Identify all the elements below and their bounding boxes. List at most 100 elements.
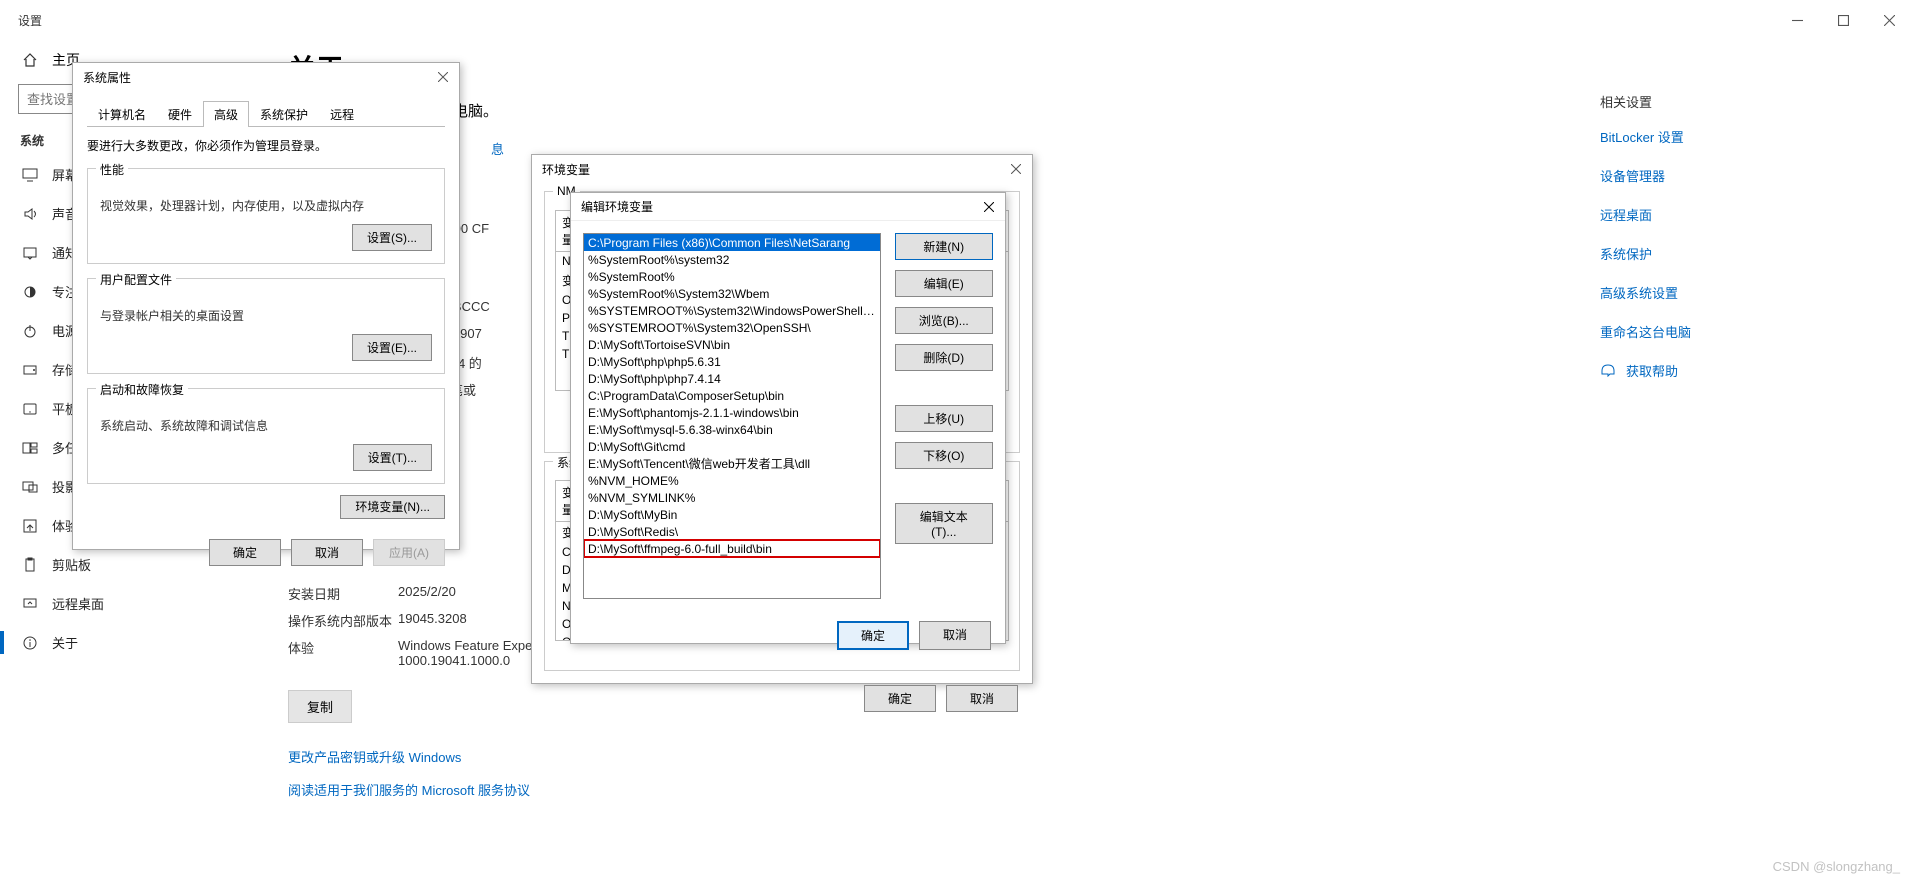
minimize-button[interactable] — [1774, 4, 1820, 36]
path-row[interactable]: %SystemRoot%\System32\Wbem — [584, 285, 880, 302]
group-desc: 系统启动、系统故障和调试信息 — [100, 415, 432, 434]
envvars-title: 环境变量 — [542, 161, 590, 178]
delete-button[interactable]: 删除(D) — [895, 344, 994, 371]
envvars-ok-button[interactable]: 确定 — [864, 685, 936, 712]
group-button[interactable]: 设置(E)... — [352, 334, 432, 361]
remote-icon — [22, 596, 38, 612]
path-row[interactable]: D:\MySoft\php\php5.6.31 — [584, 353, 880, 370]
spec-exp-sub: 1000.19041.1000.0 — [398, 653, 510, 668]
path-row[interactable]: %SYSTEMROOT%\System32\WindowsPowerShell\… — [584, 302, 880, 319]
system-properties-dialog: 系统属性 计算机名硬件高级系统保护远程 要进行大多数更改，你必须作为管理员登录。… — [72, 62, 460, 550]
related-link[interactable]: 设备管理器 — [1600, 166, 1880, 185]
path-row[interactable]: %SystemRoot%\system32 — [584, 251, 880, 268]
path-row[interactable]: %NVM_HOME% — [584, 472, 880, 489]
path-row[interactable]: %NVM_SYMLINK% — [584, 489, 880, 506]
path-row[interactable]: D:\MySoft\Git\cmd — [584, 438, 880, 455]
copy-button[interactable]: 复制 — [288, 690, 352, 723]
sidebar-item-label: 关于 — [52, 633, 78, 652]
path-row[interactable]: E:\MySoft\phantomjs-2.1.1-windows\bin — [584, 404, 880, 421]
path-list[interactable]: C:\Program Files (x86)\Common Files\NetS… — [583, 233, 881, 599]
window-controls — [1774, 4, 1912, 36]
related-link[interactable]: 重命名这台电脑 — [1600, 322, 1880, 341]
browse-button[interactable]: 浏览(B)... — [895, 307, 994, 334]
close-button[interactable] — [1866, 4, 1912, 36]
change-key-link[interactable]: 更改产品密钥或升级 Windows — [288, 747, 1308, 766]
home-icon — [22, 52, 38, 68]
sidebar-item-remote[interactable]: 远程桌面 — [0, 584, 268, 623]
path-row[interactable]: C:\Program Files (x86)\Common Files\NetS… — [584, 234, 880, 251]
spec-build-value: 19045.3208 — [398, 611, 467, 630]
sysprops-ok-button[interactable]: 确定 — [209, 539, 281, 566]
experience-icon — [22, 518, 38, 534]
group-title: 用户配置文件 — [96, 271, 176, 288]
group-desc: 视觉效果，处理器计划，内存使用，以及虚拟内存 — [100, 195, 432, 214]
sysprops-cancel-button[interactable]: 取消 — [291, 539, 363, 566]
path-row[interactable]: D:\MySoft\TortoiseSVN\bin — [584, 336, 880, 353]
project-icon — [22, 479, 38, 495]
env-vars-button[interactable]: 环境变量(N)... — [340, 495, 445, 519]
moveup-button[interactable]: 上移(U) — [895, 405, 994, 432]
sysprops-tab[interactable]: 系统保护 — [249, 101, 319, 127]
sidebar-item-about[interactable]: 关于 — [0, 623, 268, 662]
close-icon[interactable] — [979, 197, 999, 217]
sidebar-item-label: 远程桌面 — [52, 594, 104, 613]
editenv-ok-button[interactable]: 确定 — [837, 621, 909, 650]
group-title: 启动和故障恢复 — [96, 381, 188, 398]
storage-icon — [22, 362, 38, 378]
sysprops-tab[interactable]: 高级 — [203, 101, 249, 127]
sysprops-tab[interactable]: 远程 — [319, 101, 365, 127]
close-icon[interactable] — [1006, 159, 1026, 179]
editenv-title: 编辑环境变量 — [581, 198, 653, 215]
multitask-icon — [22, 440, 38, 456]
notify-icon — [22, 245, 38, 261]
group-button[interactable]: 设置(T)... — [353, 444, 432, 471]
group-desc: 与登录帐户相关的桌面设置 — [100, 305, 432, 324]
sysprops-apply-button[interactable]: 应用(A) — [373, 539, 445, 566]
spec-build-label: 操作系统内部版本 — [288, 611, 398, 630]
focus-icon — [22, 284, 38, 300]
related-link[interactable]: 高级系统设置 — [1600, 283, 1880, 302]
sound-icon — [22, 206, 38, 222]
path-row[interactable]: %SystemRoot% — [584, 268, 880, 285]
get-help-link[interactable]: 获取帮助 — [1600, 361, 1880, 380]
sysprops-title: 系统属性 — [83, 69, 131, 86]
sysprops-group: 启动和故障恢复系统启动、系统故障和调试信息设置(T)... — [87, 388, 445, 484]
movedown-button[interactable]: 下移(O) — [895, 442, 994, 469]
path-row[interactable]: E:\MySoft\mysql-5.6.38-winx64\bin — [584, 421, 880, 438]
path-row[interactable]: D:\MySoft\MyBin — [584, 506, 880, 523]
path-row[interactable]: D:\MySoft\ffmpeg-6.0-full_build\bin — [584, 540, 880, 557]
path-row[interactable]: E:\MySoft\Tencent\微信web开发者工具\dll — [584, 455, 880, 472]
edit-button[interactable]: 编辑(E) — [895, 270, 994, 297]
path-row[interactable]: C:\ProgramData\ComposerSetup\bin — [584, 387, 880, 404]
settings-title: 设置 — [8, 12, 42, 29]
path-row[interactable]: %SYSTEMROOT%\System32\OpenSSH\ — [584, 319, 880, 336]
about-icon — [22, 635, 38, 651]
maximize-button[interactable] — [1820, 4, 1866, 36]
clipboard-icon — [22, 557, 38, 573]
spec-exp-label: 体验 — [288, 638, 398, 668]
editenv-cancel-button[interactable]: 取消 — [919, 621, 991, 650]
get-help-label: 获取帮助 — [1626, 361, 1678, 380]
settings-titlebar: 设置 — [0, 0, 1920, 40]
close-icon[interactable] — [433, 67, 453, 87]
ms-agreement-link[interactable]: 阅读适用于我们服务的 Microsoft 服务协议 — [288, 780, 1308, 799]
group-button[interactable]: 设置(S)... — [352, 224, 432, 251]
display-icon — [22, 167, 38, 183]
sysprops-group: 性能视觉效果，处理器计划，内存使用，以及虚拟内存设置(S)... — [87, 168, 445, 264]
related-link[interactable]: BitLocker 设置 — [1600, 127, 1880, 146]
related-link[interactable]: 系统保护 — [1600, 244, 1880, 263]
envvars-cancel-button[interactable]: 取消 — [946, 685, 1018, 712]
spec-install-label: 安装日期 — [288, 584, 398, 603]
new-button[interactable]: 新建(N) — [895, 233, 994, 260]
related-link[interactable]: 远程桌面 — [1600, 205, 1880, 224]
sysprops-group: 用户配置文件与登录帐户相关的桌面设置设置(E)... — [87, 278, 445, 374]
group-title: 性能 — [96, 161, 128, 178]
edit-env-dialog: 编辑环境变量 C:\Program Files (x86)\Common Fil… — [570, 192, 1006, 644]
tablet-icon — [22, 401, 38, 417]
edittext-button[interactable]: 编辑文本(T)... — [895, 503, 994, 544]
sysprops-tab[interactable]: 硬件 — [157, 101, 203, 127]
spec-install-value: 2025/2/20 — [398, 584, 456, 603]
path-row[interactable]: D:\MySoft\Redis\ — [584, 523, 880, 540]
path-row[interactable]: D:\MySoft\php\php7.4.14 — [584, 370, 880, 387]
sysprops-tab[interactable]: 计算机名 — [87, 101, 157, 127]
